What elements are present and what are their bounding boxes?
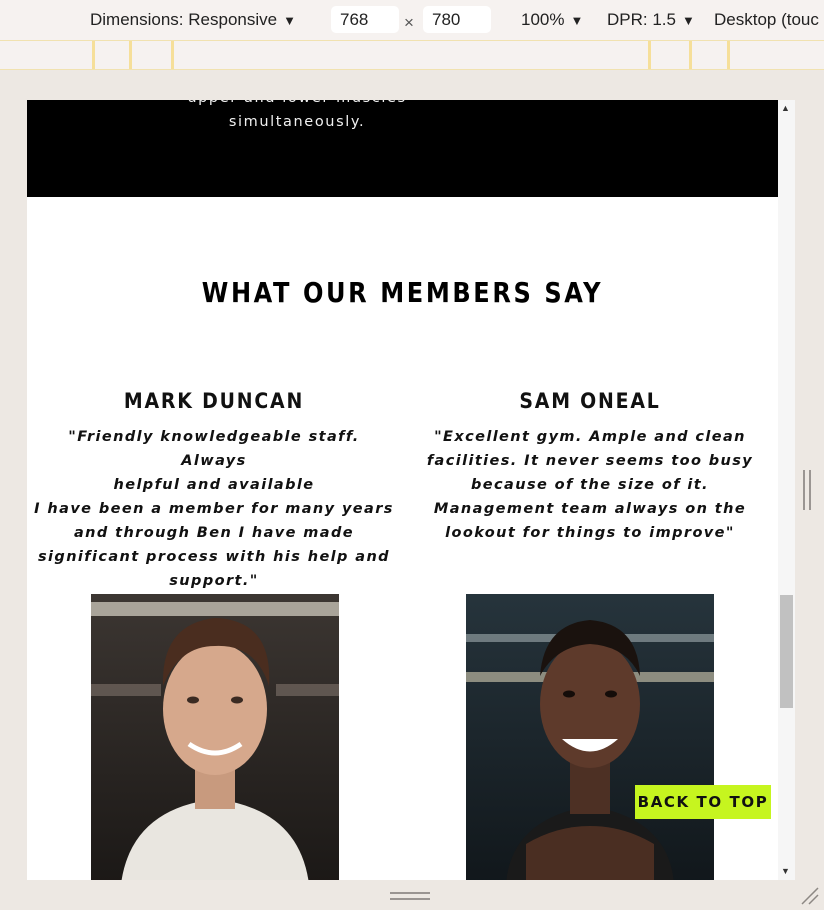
quote-line: "Friendly knowledgeable staff. Always bbox=[68, 429, 360, 469]
height-input[interactable] bbox=[423, 6, 491, 33]
times-icon: × bbox=[404, 13, 414, 32]
testimonial-card: MARK DUNCAN "Friendly knowledgeable staf… bbox=[33, 389, 395, 593]
back-to-top-button[interactable]: BACK TO TOP bbox=[635, 785, 771, 819]
hero-text: upper and lower muscles simultaneously. bbox=[147, 100, 447, 134]
ruler-marker[interactable] bbox=[171, 41, 174, 69]
dimensions-label: Dimensions: Responsive bbox=[90, 10, 278, 29]
zoom-dropdown[interactable]: 100% ▼ bbox=[521, 10, 583, 30]
section-title: WHAT OUR MEMBERS SAY bbox=[201, 276, 604, 309]
quote-line: "Excellent gym. Ample and clean bbox=[434, 429, 746, 445]
quote-line: helpful and available bbox=[113, 477, 315, 493]
scroll-thumb[interactable] bbox=[780, 595, 793, 708]
hero-section: upper and lower muscles simultaneously. bbox=[27, 100, 778, 197]
ruler-marker[interactable] bbox=[129, 41, 132, 69]
resize-handle-right[interactable] bbox=[803, 470, 813, 510]
media-query-ruler bbox=[0, 40, 824, 70]
dpr-dropdown[interactable]: DPR: 1.5 ▼ bbox=[607, 10, 695, 30]
quote-line: lookout for things to improve" bbox=[445, 525, 735, 541]
quote-line: facilities. It never seems too busy bbox=[426, 453, 754, 469]
quote-line: because of the size of it. bbox=[471, 477, 709, 493]
quote-line: Management team always on the bbox=[433, 501, 747, 517]
member-photo bbox=[91, 594, 339, 880]
hero-line: simultaneously. bbox=[228, 114, 366, 130]
member-name: MARK DUNCAN bbox=[123, 389, 305, 413]
dpr-label: DPR: 1.5 bbox=[607, 10, 676, 29]
ruler-marker[interactable] bbox=[689, 41, 692, 69]
hero-line: upper and lower muscles bbox=[147, 100, 447, 110]
member-photo bbox=[466, 594, 714, 880]
devtools-toolbar: Dimensions: Responsive ▼ × 100% ▼ DPR: 1.5… bbox=[0, 0, 824, 40]
resize-corner-icon[interactable] bbox=[800, 886, 820, 906]
quote-line: and through Ben I have made bbox=[73, 525, 355, 541]
quote-line: support." bbox=[169, 573, 259, 589]
device-dropdown[interactable]: Desktop (touc bbox=[714, 10, 819, 30]
ruler-marker[interactable] bbox=[727, 41, 730, 69]
ruler-marker[interactable] bbox=[92, 41, 95, 69]
zoom-label: 100% bbox=[521, 10, 565, 29]
chevron-down-icon: ▼ bbox=[570, 13, 584, 28]
resize-handle-bottom[interactable] bbox=[390, 892, 430, 902]
chevron-down-icon: ▼ bbox=[283, 13, 296, 28]
quote-line: significant process with his help and bbox=[38, 549, 390, 565]
member-quote: "Friendly knowledgeable staff. Always he… bbox=[33, 425, 395, 593]
dimensions-dropdown[interactable]: Dimensions: Responsive ▼ bbox=[90, 10, 296, 30]
member-quote: "Excellent gym. Ample and clean faciliti… bbox=[409, 425, 771, 545]
scrollbar[interactable]: ▲ ▼ bbox=[778, 100, 795, 880]
quote-line: I have been a member for many years bbox=[34, 501, 394, 517]
page-viewport: upper and lower muscles simultaneously. … bbox=[27, 100, 778, 880]
member-name: SAM ONEAL bbox=[519, 389, 661, 413]
testimonial-card: SAM ONEAL "Excellent gym. Ample and clea… bbox=[409, 389, 771, 545]
chevron-down-icon: ▼ bbox=[681, 13, 695, 28]
width-input[interactable] bbox=[331, 6, 399, 33]
scroll-down-icon[interactable]: ▼ bbox=[781, 866, 790, 876]
device-label: Desktop (touc bbox=[714, 10, 819, 29]
ruler-marker[interactable] bbox=[648, 41, 651, 69]
scroll-up-icon[interactable]: ▲ bbox=[781, 103, 790, 113]
